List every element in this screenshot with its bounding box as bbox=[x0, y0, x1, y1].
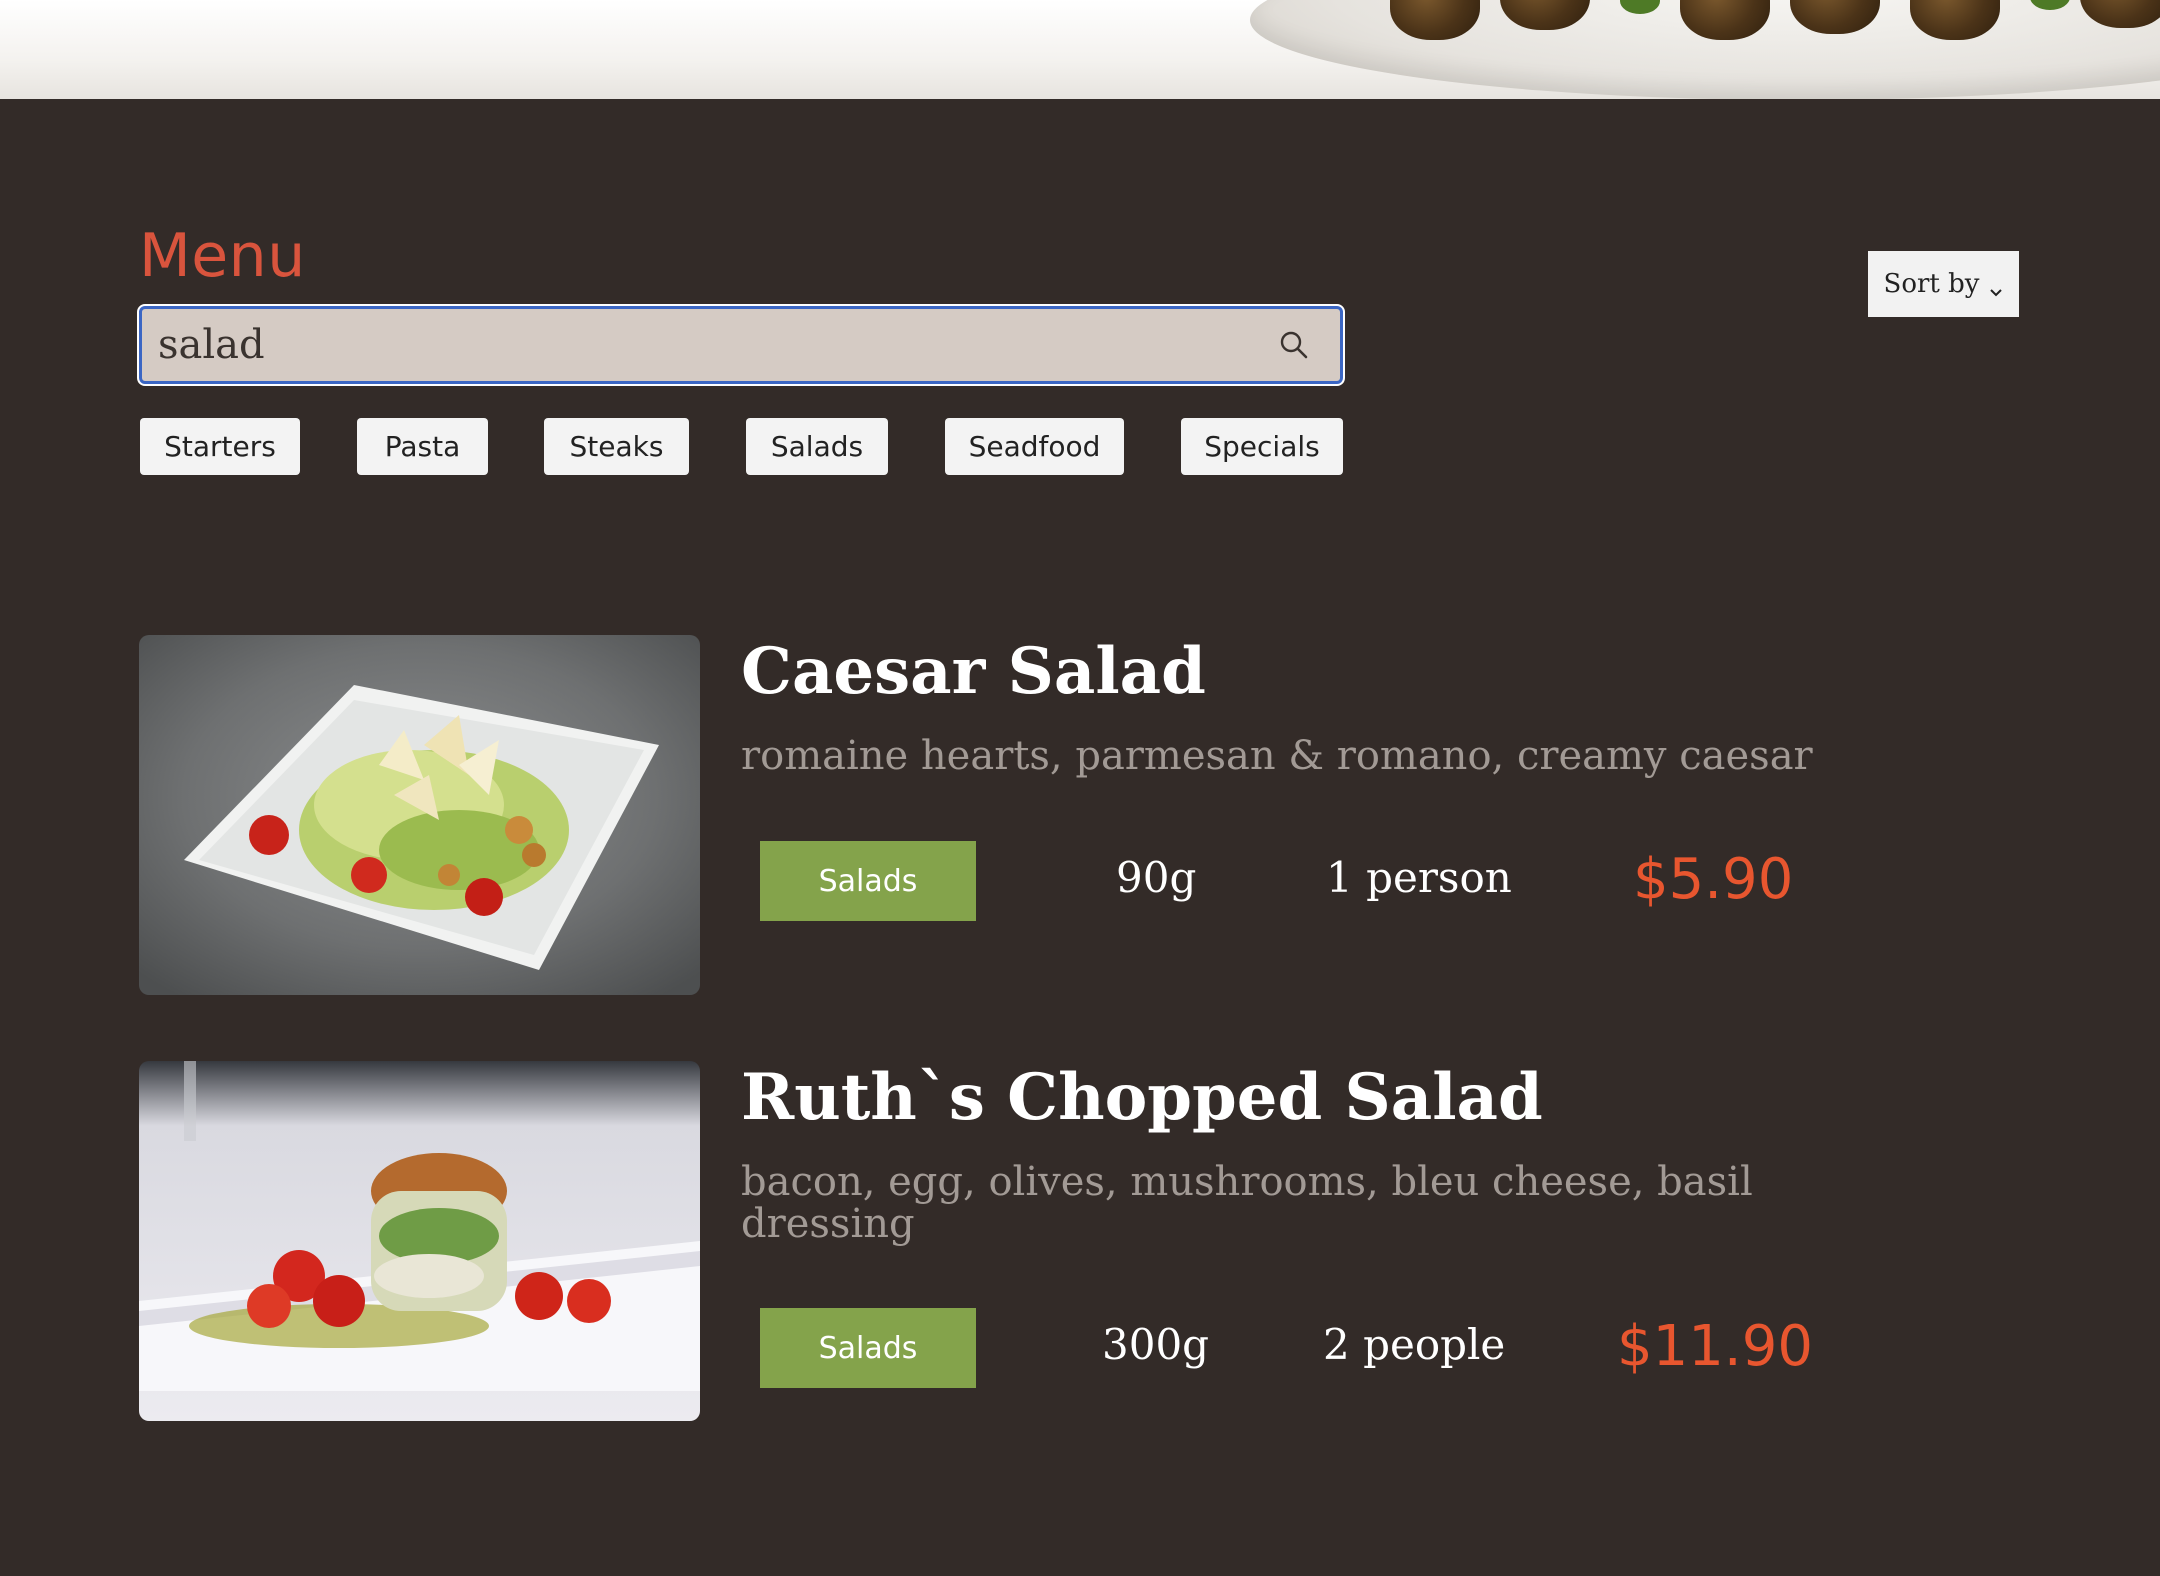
sort-by-label: Sort by bbox=[1883, 269, 1980, 299]
search-icon[interactable] bbox=[1278, 329, 1310, 361]
item-price: $11.90 bbox=[1617, 1314, 1813, 1379]
filter-steaks[interactable]: Steaks bbox=[544, 418, 689, 475]
item-serves: 2 people bbox=[1323, 1320, 1506, 1369]
filter-starters[interactable]: Starters bbox=[140, 418, 300, 475]
hero-banner-image bbox=[0, 0, 2160, 99]
menu-item[interactable]: Ruth`s Chopped Salad bacon, egg, olives,… bbox=[139, 1061, 1839, 1421]
chevron-down-icon bbox=[1989, 277, 2003, 297]
sort-by-button[interactable]: Sort by bbox=[1868, 251, 2019, 317]
search-input[interactable] bbox=[158, 321, 1258, 369]
item-weight: 90g bbox=[1116, 853, 1197, 902]
item-price: $5.90 bbox=[1633, 847, 1794, 912]
item-description: romaine hearts, parmesan & romano, cream… bbox=[741, 733, 1813, 779]
item-description: bacon, egg, olives, mushrooms, bleu chee… bbox=[741, 1159, 1753, 1247]
filter-pasta[interactable]: Pasta bbox=[357, 418, 488, 475]
caesar-salad-photo[interactable] bbox=[139, 635, 700, 995]
category-badge[interactable]: Salads bbox=[760, 841, 976, 921]
item-serves: 1 person bbox=[1326, 853, 1512, 902]
item-weight: 300g bbox=[1102, 1320, 1210, 1369]
chopped-salad-photo[interactable] bbox=[139, 1061, 700, 1421]
item-name: Caesar Salad bbox=[741, 634, 1206, 709]
filter-seafood[interactable]: Seadfood bbox=[945, 418, 1124, 475]
item-name: Ruth`s Chopped Salad bbox=[741, 1060, 1543, 1135]
filter-salads[interactable]: Salads bbox=[746, 418, 888, 475]
filter-specials[interactable]: Specials bbox=[1181, 418, 1343, 475]
search-box[interactable] bbox=[139, 306, 1343, 384]
category-badge[interactable]: Salads bbox=[760, 1308, 976, 1388]
menu-item[interactable]: Caesar Salad romaine hearts, parmesan & … bbox=[139, 635, 1839, 995]
menu-title: Menu bbox=[139, 221, 306, 291]
